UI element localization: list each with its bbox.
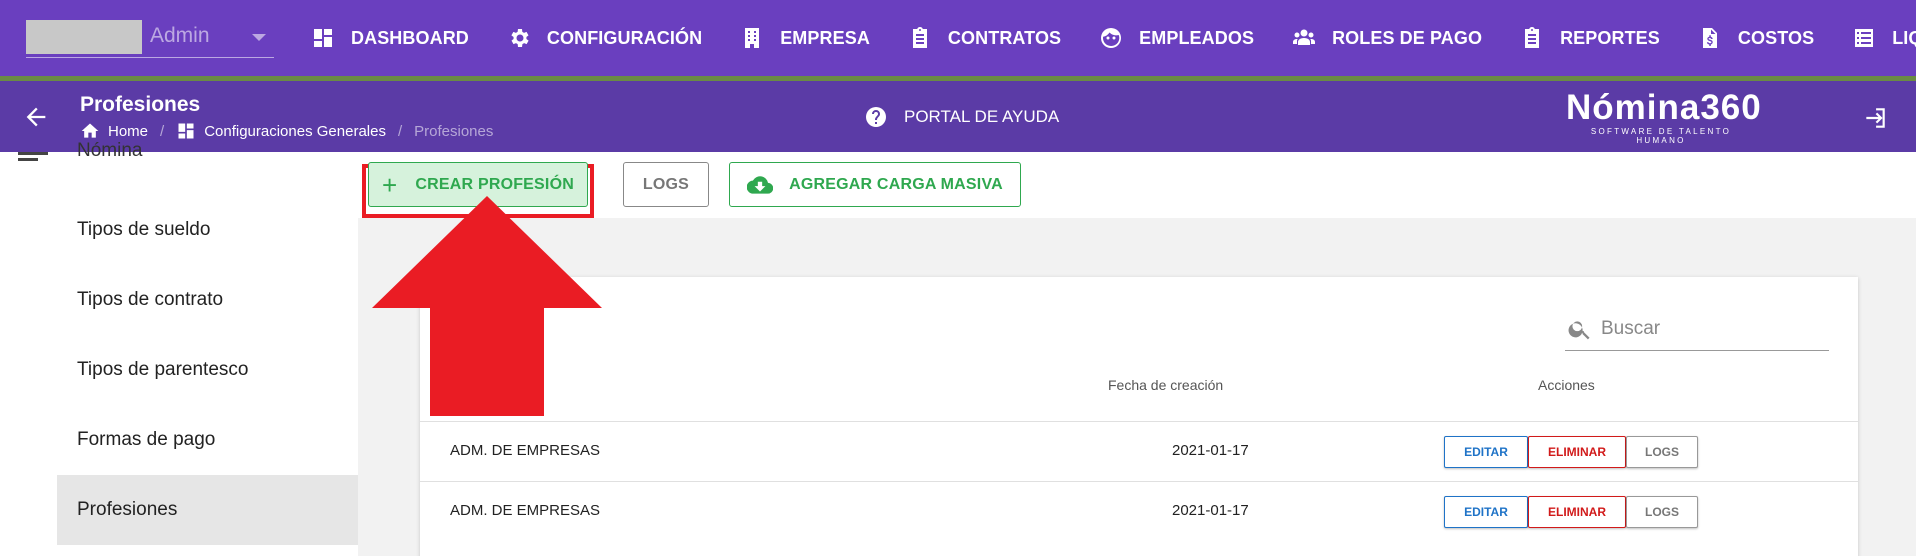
- breadcrumb-section-label: Configuraciones Generales: [204, 122, 386, 140]
- main-content: + CREAR PROFESIÓN LOGS AGREGAR CARGA MAS…: [358, 152, 1916, 556]
- nav-item-empleados[interactable]: EMPLEADOS: [1080, 0, 1273, 76]
- dashboard-icon: [178, 123, 194, 139]
- row-name: ADM. DE EMPRESAS: [450, 502, 601, 519]
- nav-label: DASHBOARD: [351, 27, 469, 48]
- logout-icon[interactable]: [1862, 105, 1888, 131]
- cloud-download-icon: [747, 175, 774, 194]
- help-icon: [866, 107, 886, 127]
- sidebar-item-profesiones[interactable]: Profesiones: [57, 475, 358, 545]
- row-logs-button[interactable]: LOGS: [1626, 436, 1698, 468]
- clipboard-icon: [908, 26, 932, 50]
- user-name: Admin: [150, 24, 210, 47]
- row-logs-button[interactable]: LOGS: [1626, 496, 1698, 528]
- breadcrumb-current: Profesiones: [414, 122, 494, 140]
- nav-item-dashboard[interactable]: DASHBOARD: [292, 0, 488, 76]
- logs-button[interactable]: LOGS: [623, 162, 709, 207]
- help-portal-link[interactable]: PORTAL DE AYUDA: [864, 105, 1059, 129]
- nav-label: LIQUIDACIONES: [1892, 27, 1916, 48]
- nav-label: COSTOS: [1737, 27, 1815, 48]
- nav-item-liquidaciones[interactable]: LIQUIDACIONES: [1833, 0, 1916, 76]
- dashboard-icon: [311, 26, 335, 50]
- invoice-dollar-icon: [1698, 26, 1722, 50]
- nav-label: CONTRATOS: [947, 27, 1062, 48]
- row-name: ADM. DE EMPRESAS: [450, 442, 601, 459]
- edit-button[interactable]: EDITAR: [1444, 496, 1528, 528]
- user-select[interactable]: Admin: [26, 18, 274, 58]
- nav-item-reportes[interactable]: REPORTES: [1501, 0, 1679, 76]
- nav-item-empresa[interactable]: EMPRESA: [721, 0, 889, 76]
- list-icon: [18, 152, 48, 162]
- user-avatar: [26, 20, 142, 54]
- carga-masiva-label: AGREGAR CARGA MASIVA: [789, 175, 1003, 193]
- toolbar: + CREAR PROFESIÓN LOGS AGREGAR CARGA MAS…: [358, 152, 1916, 218]
- clipboard-icon: [1520, 26, 1544, 50]
- help-label: PORTAL DE AYUDA: [904, 107, 1060, 126]
- breadcrumb-separator: /: [160, 122, 165, 140]
- search-input[interactable]: [1601, 317, 1811, 340]
- nav-item-contratos[interactable]: CONTRATOS: [889, 0, 1080, 76]
- app-page: Admin DASHBOARD CONFIGURACIÓN EMPRESA CO…: [0, 0, 1916, 556]
- people-icon: [1292, 26, 1316, 50]
- page-title: Profesiones: [80, 93, 201, 116]
- breadcrumb-section[interactable]: Configuraciones Generales: [176, 121, 386, 141]
- crear-profesion-button[interactable]: + CREAR PROFESIÓN: [368, 162, 588, 207]
- delete-button[interactable]: ELIMINAR: [1528, 496, 1626, 528]
- edit-button[interactable]: EDITAR: [1444, 436, 1528, 468]
- list-icon: [1852, 26, 1876, 50]
- sidebar-item-tipos-de-parentesco[interactable]: Tipos de parentesco: [57, 335, 358, 405]
- nav-label: CONFIGURACIÓN: [546, 27, 703, 48]
- logo-name: Nómina360: [1566, 88, 1762, 127]
- nav-item-roles-de-pago[interactable]: ROLES DE PAGO: [1273, 0, 1501, 76]
- brand-logo: Nómina360 SOFTWARE DE TALENTO HUMANO: [1566, 88, 1762, 146]
- back-arrow-icon[interactable]: [22, 103, 50, 131]
- profesiones-table-card: Fecha de creación Acciones ADM. DE EMPRE…: [420, 277, 1858, 556]
- logo-tagline: SOFTWARE DE TALENTO HUMANO: [1590, 127, 1732, 145]
- plus-icon: +: [382, 169, 398, 200]
- sidebar: Nómina Tipos de sueldo Tipos de contrato…: [0, 140, 358, 556]
- column-header-fecha[interactable]: Fecha de creación: [1108, 377, 1223, 393]
- gear-icon: [507, 26, 531, 50]
- sidebar-item-nomina[interactable]: Nómina: [77, 140, 142, 162]
- nav-item-configuracion[interactable]: CONFIGURACIÓN: [488, 0, 721, 76]
- table-row: ADM. DE EMPRESAS 2021-01-17 EDITAR ELIMI…: [420, 421, 1858, 481]
- column-header-acciones: Acciones: [1538, 377, 1595, 393]
- nav-label: ROLES DE PAGO: [1332, 27, 1483, 48]
- building-icon: [740, 26, 764, 50]
- delete-button[interactable]: ELIMINAR: [1528, 436, 1626, 468]
- breadcrumb-home[interactable]: Home: [80, 121, 148, 141]
- sidebar-item-tipos-de-contrato[interactable]: Tipos de contrato: [57, 265, 358, 335]
- home-icon: [81, 123, 99, 138]
- crear-profesion-label: CREAR PROFESIÓN: [415, 175, 574, 193]
- row-actions: EDITAR ELIMINAR LOGS: [1444, 496, 1698, 528]
- row-date: 2021-01-17: [1172, 502, 1249, 519]
- top-navbar: Admin DASHBOARD CONFIGURACIÓN EMPRESA CO…: [0, 0, 1916, 81]
- nav-label: EMPRESA: [780, 27, 870, 48]
- sidebar-item-tipos-de-sueldo[interactable]: Tipos de sueldo: [57, 195, 358, 265]
- nav-item-costos[interactable]: COSTOS: [1679, 0, 1833, 76]
- nav-label: REPORTES: [1560, 27, 1660, 48]
- row-date: 2021-01-17: [1172, 442, 1249, 459]
- nav-label: EMPLEADOS: [1139, 27, 1255, 48]
- face-icon: [1099, 26, 1123, 50]
- table-row: ADM. DE EMPRESAS 2021-01-17 EDITAR ELIMI…: [420, 481, 1858, 541]
- caret-down-icon: [252, 34, 266, 41]
- breadcrumb: Home / Configuraciones Generales / Profe…: [80, 121, 493, 141]
- search-icon: [1568, 320, 1590, 339]
- search-field[interactable]: [1565, 307, 1829, 351]
- sidebar-item-formas-de-pago[interactable]: Formas de pago: [57, 405, 358, 475]
- breadcrumb-separator: /: [397, 122, 403, 140]
- breadcrumb-home-label: Home: [108, 122, 149, 140]
- nav-menu: DASHBOARD CONFIGURACIÓN EMPRESA CONTRATO…: [292, 0, 1916, 76]
- carga-masiva-button[interactable]: AGREGAR CARGA MASIVA: [729, 162, 1021, 207]
- page-header: Profesiones Home / Configuraciones Gener…: [0, 81, 1916, 152]
- row-actions: EDITAR ELIMINAR LOGS: [1444, 436, 1698, 468]
